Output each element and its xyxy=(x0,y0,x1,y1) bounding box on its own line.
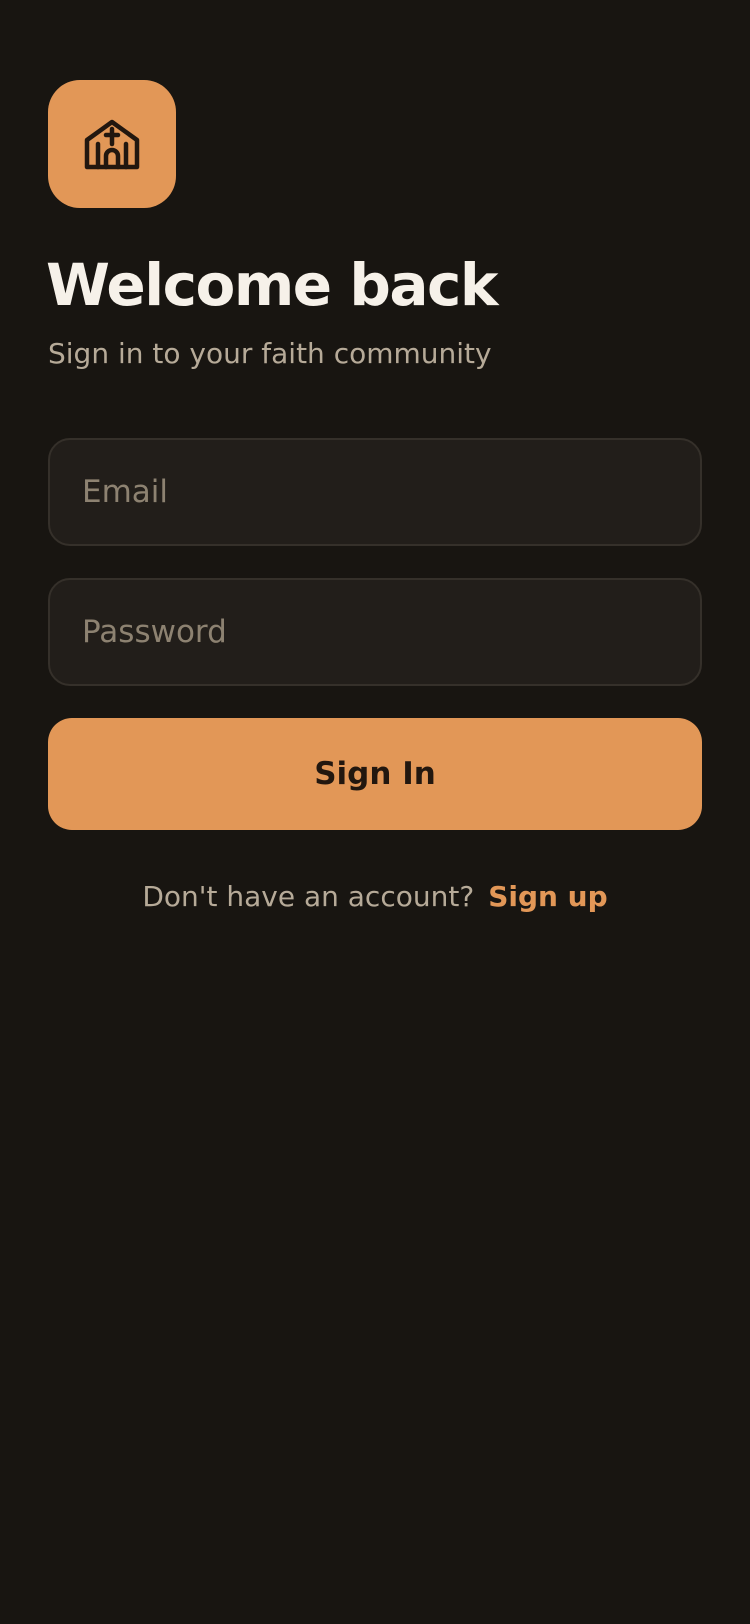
app-logo xyxy=(48,80,176,208)
signup-prompt-text: Don't have an account? xyxy=(142,880,475,913)
password-field-container xyxy=(48,578,702,686)
email-field-container xyxy=(48,438,702,546)
church-icon xyxy=(84,119,140,170)
password-field[interactable] xyxy=(50,580,700,684)
page-title: Welcome back xyxy=(46,251,498,319)
sign-up-link[interactable]: Sign up xyxy=(488,880,607,913)
page-subtitle: Sign in to your faith community xyxy=(48,337,492,370)
email-field[interactable] xyxy=(50,440,700,544)
sign-in-button[interactable]: Sign In xyxy=(48,718,702,830)
signup-prompt: Don't have an account? Sign up xyxy=(0,880,750,914)
